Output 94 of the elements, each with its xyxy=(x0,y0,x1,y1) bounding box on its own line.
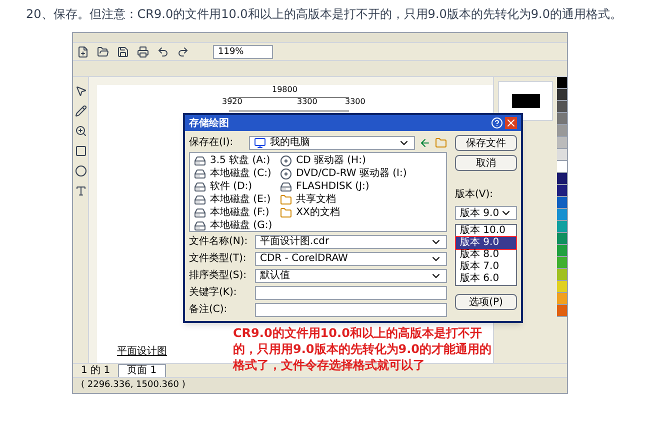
drive-icon xyxy=(194,168,206,180)
drawing-title: 平面设计图 xyxy=(117,344,167,359)
location-item[interactable]: 3.5 软盘 (A:) xyxy=(194,155,272,167)
open-folder-icon[interactable] xyxy=(97,46,109,58)
location-item[interactable]: XX的文档 xyxy=(280,207,407,219)
folder-icon xyxy=(280,207,292,219)
color-swatch[interactable] xyxy=(557,89,567,101)
dimension-label: 3300 xyxy=(297,97,318,107)
redo-icon[interactable] xyxy=(177,46,189,58)
color-swatch[interactable] xyxy=(557,281,567,293)
folder-up-icon[interactable] xyxy=(435,136,447,148)
dialog-button[interactable]: 保存文件 xyxy=(455,135,517,151)
close-icon[interactable] xyxy=(505,117,517,129)
undo-icon[interactable] xyxy=(157,46,169,58)
color-swatch[interactable] xyxy=(557,137,567,149)
color-swatch[interactable] xyxy=(557,257,567,269)
drive-icon xyxy=(194,220,206,232)
color-swatch[interactable] xyxy=(557,197,567,209)
cursor-coordinates: ( 2296.336, 1500.360 ) xyxy=(81,378,186,392)
save-in-label: 保存在(I): xyxy=(189,136,234,150)
dimension-label: 3920 xyxy=(222,97,242,107)
rectangle-icon[interactable] xyxy=(74,145,86,157)
new-file-icon[interactable] xyxy=(77,46,89,58)
field-label: 关键字(K): xyxy=(189,286,238,300)
page-counter: 1 的 1 xyxy=(81,364,110,378)
printer-icon[interactable] xyxy=(137,46,149,58)
save-in-dropdown[interactable]: 我的电脑 xyxy=(249,136,415,150)
location-item[interactable]: 本地磁盘 (C:) xyxy=(194,168,272,180)
back-icon[interactable] xyxy=(419,136,431,148)
disc-icon xyxy=(280,155,292,167)
location-item[interactable]: 本地磁盘 (E:) xyxy=(194,194,272,206)
input-field[interactable] xyxy=(255,302,447,316)
location-item[interactable]: 本地磁盘 (G:) xyxy=(194,220,272,232)
color-swatch[interactable] xyxy=(557,185,567,197)
color-swatch[interactable] xyxy=(557,221,567,233)
color-swatch[interactable] xyxy=(557,209,567,221)
drive-icon xyxy=(280,181,292,193)
color-swatch[interactable] xyxy=(557,113,567,125)
color-swatch[interactable] xyxy=(557,293,567,305)
color-swatch[interactable] xyxy=(557,77,567,89)
color-swatch[interactable] xyxy=(557,101,567,113)
annotation-text: CR9.0的文件用10.0和以上的高版本是打不开的，只用用9.0版本的先转化为9.0的才能通用的格式了，文件令存选择格式就可以了 xyxy=(233,325,493,373)
ellipse-icon[interactable] xyxy=(74,165,86,177)
page-tab[interactable]: 页面 1 xyxy=(118,364,166,378)
drive-icon xyxy=(194,181,206,193)
color-swatch[interactable] xyxy=(557,149,567,161)
dialog-button[interactable]: 取消 xyxy=(455,155,517,171)
version-dropdown[interactable]: 版本 9.0 xyxy=(455,206,517,220)
field-label: 排序类型(S): xyxy=(189,268,248,283)
location-item[interactable]: 软件 (D:) xyxy=(194,181,272,193)
text-tool-icon[interactable] xyxy=(74,185,86,197)
version-option[interactable]: 版本 9.0 xyxy=(456,237,516,249)
field-label: 文件类型(T): xyxy=(189,252,248,266)
color-swatch[interactable] xyxy=(557,161,567,173)
version-option[interactable]: 版本 7.0 xyxy=(456,261,516,273)
color-swatch[interactable] xyxy=(557,173,567,185)
dropdown-field[interactable]: CDR - CorelDRAW xyxy=(255,252,447,266)
color-swatch[interactable] xyxy=(557,305,567,317)
folder-icon xyxy=(280,194,292,206)
version-label: 版本(V): xyxy=(455,188,494,202)
color-swatch[interactable] xyxy=(557,233,567,245)
location-item[interactable]: CD 驱动器 (H:) xyxy=(280,155,407,167)
version-option[interactable]: 版本 8.0 xyxy=(456,249,516,261)
save-icon[interactable] xyxy=(117,46,129,58)
color-swatch[interactable] xyxy=(557,269,567,281)
drive-icon xyxy=(194,155,206,167)
dropdown-field[interactable]: 平面设计图.cdr xyxy=(255,234,447,248)
input-field[interactable] xyxy=(255,286,447,300)
dropdown-field[interactable]: 默认值 xyxy=(255,268,447,282)
dimension-label: 3300 xyxy=(345,97,366,107)
version-option[interactable]: 版本 6.0 xyxy=(456,273,516,285)
color-swatch[interactable] xyxy=(557,245,567,257)
step-caption: 20、保存。但注意：CR9.0的文件用10.0和以上的高版本是打不开的，只用9.0版本的先转化为9.0的通用格式。 xyxy=(25,6,623,23)
field-label: 备注(C): xyxy=(189,302,228,317)
computer-icon xyxy=(254,136,266,148)
version-option[interactable]: 版本 10.0 xyxy=(456,225,516,237)
location-item[interactable]: 本地磁盘 (F:) xyxy=(194,207,272,219)
drive-icon xyxy=(194,207,206,219)
location-item[interactable]: DVD/CD-RW 驱动器 (I:) xyxy=(280,168,407,180)
pencil-icon[interactable] xyxy=(74,105,86,117)
dialog-title: 存储绘图 xyxy=(189,116,229,130)
disc-icon xyxy=(280,168,292,180)
location-item[interactable]: FLASHDISK (J:) xyxy=(280,181,407,193)
drive-icon xyxy=(194,194,206,206)
zoom-field[interactable]: 119% xyxy=(213,44,273,58)
shape-thumbnail xyxy=(512,94,540,108)
zoom-icon[interactable] xyxy=(74,125,86,137)
location-item[interactable]: 共享文档 xyxy=(280,194,407,206)
color-swatch[interactable] xyxy=(557,125,567,137)
options-button[interactable]: 选项(P) xyxy=(455,294,517,310)
pointer-icon[interactable] xyxy=(74,85,86,97)
dimension-label: 19800 xyxy=(272,85,298,95)
field-label: 文件名称(N): xyxy=(189,234,249,249)
help-icon[interactable] xyxy=(491,117,503,129)
